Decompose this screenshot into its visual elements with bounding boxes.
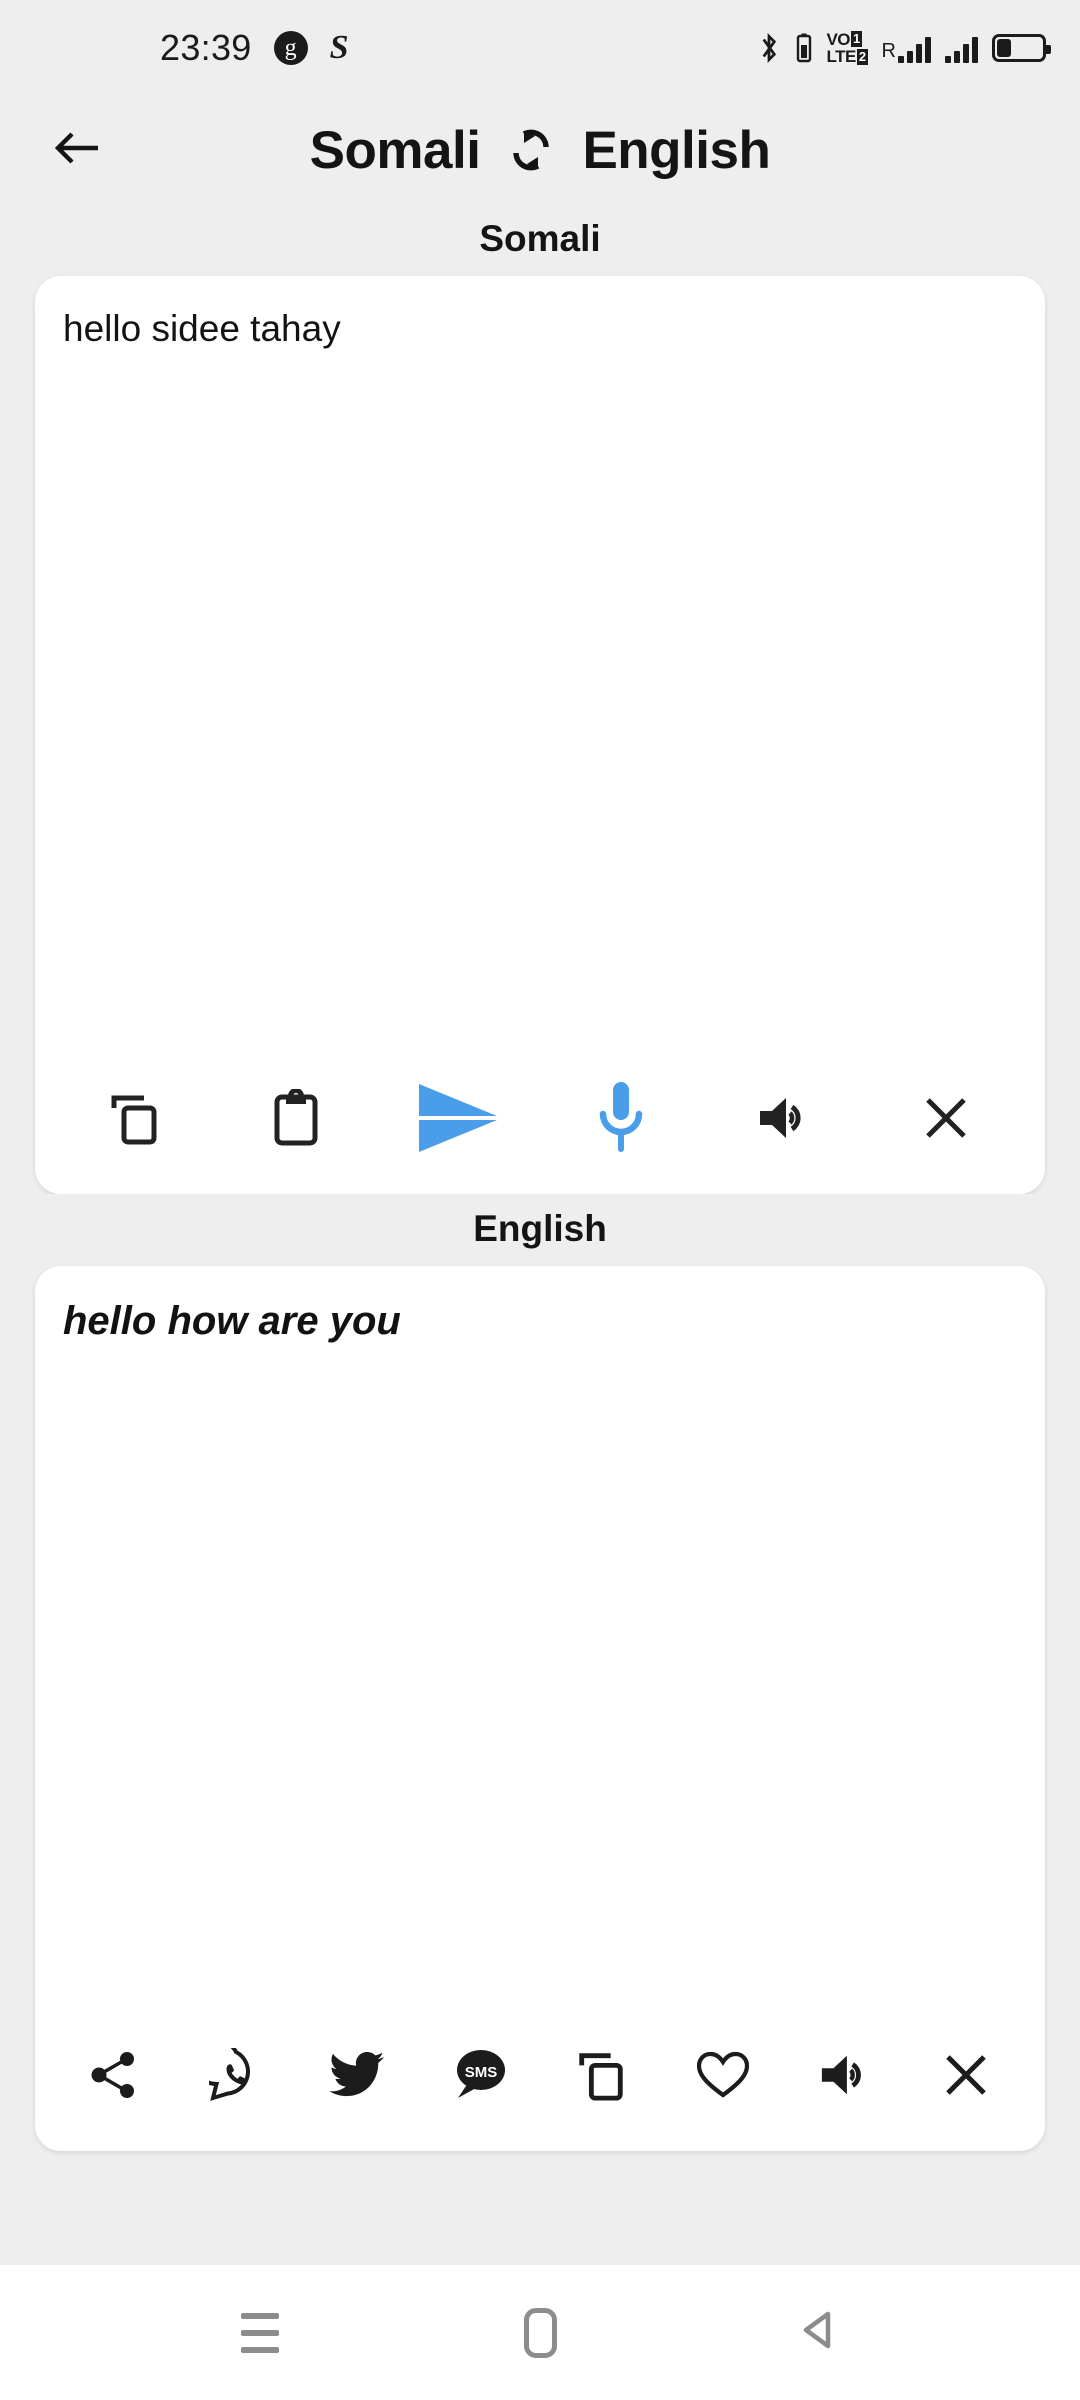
volte-label-bottom: LTE [826,47,856,66]
signal-bars-icon [945,33,978,63]
favorite-button[interactable] [682,2035,764,2117]
svg-text:SMS: SMS [465,2064,498,2081]
source-clear-button[interactable] [900,1073,992,1165]
target-text-value: hello how are you [63,1299,401,1343]
signal-strength-sim1: R [882,33,931,63]
back-button[interactable] [52,124,104,176]
status-bar: 23:39 g S VO 1 LTE 2 R [0,0,1080,96]
status-bar-left: 23:39 g S [0,27,349,69]
s-notification-icon: S [329,29,349,66]
target-language-label: English [0,1194,1080,1266]
target-card: hello how are you SMS [35,1266,1045,2151]
source-text-value: hello sidee tahay [63,308,341,349]
sim1-badge: 1 [851,31,862,48]
header-source-language[interactable]: Somali [310,120,481,181]
twitter-share-button[interactable] [316,2035,398,2117]
clear-icon [921,1093,971,1146]
volte-label-top: VO [826,29,851,49]
clear-icon [941,2050,991,2103]
signal-bars-icon [898,33,931,63]
copy-icon [574,2047,628,2106]
target-text-output[interactable]: hello how are you [35,1266,1045,2001]
grammarly-notification-icon: g [273,31,308,65]
phone-screen: 23:39 g S VO 1 LTE 2 R Somali English So… [0,0,1080,2400]
language-pair-title: Somali English [310,120,771,181]
battery-level-fill [997,39,1012,57]
status-clock: 23:39 [160,27,252,68]
target-toolbar: SMS [35,2001,1045,2151]
back-triangle-icon [794,2304,846,2361]
battery-icon [992,34,1051,62]
send-icon [413,1078,505,1161]
recents-icon [241,2312,279,2353]
back-arrow-icon [52,128,104,173]
voice-input-button[interactable] [575,1073,667,1165]
header-target-language[interactable]: English [582,120,770,181]
twitter-icon [328,2050,386,2103]
whatsapp-share-button[interactable] [192,2035,277,2117]
paste-icon [270,1087,322,1150]
source-paste-button[interactable] [250,1073,342,1165]
swap-languages-icon[interactable] [506,123,556,177]
target-clear-button[interactable] [925,2035,1007,2117]
translate-send-button[interactable] [413,1073,505,1165]
source-card: hello sidee tahay [35,276,1045,1194]
volte-indicator: VO 1 LTE 2 [826,29,868,66]
status-bar-right: VO 1 LTE 2 R [756,29,1051,66]
copy-icon [106,1090,162,1149]
microphone-icon [593,1078,649,1161]
sim2-badge: 2 [856,48,868,65]
signal-strength-sim2 [945,33,978,63]
target-copy-button[interactable] [560,2035,642,2117]
android-navigation-bar [0,2265,1080,2400]
roaming-indicator: R [881,40,896,62]
share-button[interactable] [73,2035,155,2117]
source-text-input[interactable]: hello sidee tahay [35,276,1045,1044]
source-toolbar [35,1044,1045,1194]
back-nav-button[interactable] [772,2285,868,2381]
speaker-icon [816,2050,872,2103]
bluetooth-battery-icon [796,33,812,63]
speaker-icon [754,1092,812,1147]
whatsapp-icon [192,2037,263,2105]
sms-share-button[interactable]: SMS [438,2035,520,2117]
favorite-icon [695,2049,751,2104]
source-speak-button[interactable] [737,1073,829,1165]
source-language-label: Somali [0,204,1080,276]
source-copy-button[interactable] [88,1073,180,1165]
home-button[interactable] [492,2285,588,2381]
recents-button[interactable] [212,2285,308,2381]
share-icon [88,2049,140,2104]
home-icon [523,2307,557,2358]
target-speak-button[interactable] [803,2035,885,2117]
app-header: Somali English [0,96,1080,204]
bluetooth-icon [756,31,782,65]
sms-icon: SMS [450,2048,508,2105]
